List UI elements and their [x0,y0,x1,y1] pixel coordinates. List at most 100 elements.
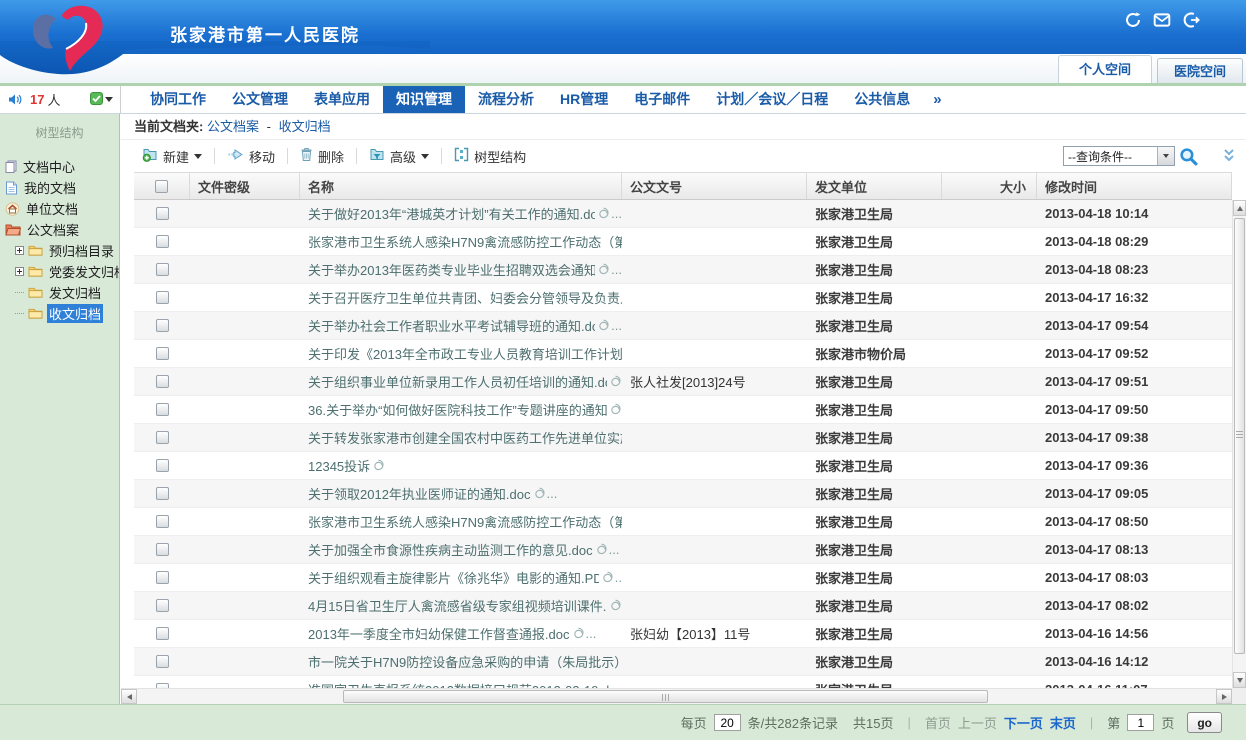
scroll-down-button[interactable] [1233,672,1246,688]
row-checkbox[interactable] [156,543,169,556]
row-checkbox[interactable] [156,655,169,668]
select-all-cell [134,173,190,199]
breadcrumb-subfolder-link[interactable]: 收文归档 [279,119,331,134]
nav-more-button[interactable]: » [923,91,951,108]
document-link[interactable]: 市一院关于H7N9防控设备应急采购的申请（朱局批示）.P [308,652,622,671]
row-checkbox[interactable] [156,627,169,640]
row-checkbox[interactable] [156,207,169,220]
message-icon[interactable] [1153,11,1171,29]
scroll-left-button[interactable] [121,689,137,704]
row-checkbox[interactable] [156,459,169,472]
attachment-icon [609,403,622,416]
tree-item[interactable]: 发文归档 [0,282,119,303]
document-link[interactable]: 2013年一季度全市妇幼保健工作督查通报.doc [308,624,570,643]
document-link[interactable]: 关于印发《2013年全市政工专业人员教育培训工作计划》的 [308,344,622,363]
next-page-link[interactable]: 下一页 [1004,713,1043,732]
cell-issuing-unit: 张家港卫生局 [807,592,942,619]
document-link[interactable]: 准国家卫生直报系统2013数据接口规范2013-03-19.doc [308,680,622,688]
nav-item[interactable]: 知识管理 [383,86,465,113]
nav-item[interactable]: 表单应用 [301,86,383,113]
document-link[interactable]: 关于组织事业单位新录用工作人员初任培训的通知.doc [308,372,607,391]
last-page-link[interactable]: 末页 [1050,713,1076,732]
tree-item-label: 预归档目录 [47,241,116,260]
tree-item[interactable]: 文档中心 [0,156,119,177]
document-link[interactable]: 关于举办2013年医药类专业毕业生招聘双选会通知 [308,260,595,279]
cell-modified-time: 2013-04-17 09:51 [1037,368,1232,395]
row-checkbox[interactable] [156,263,169,276]
nav-item[interactable]: HR管理 [547,86,621,113]
document-link[interactable]: 关于转发张家港市创建全国农村中医药工作先进单位实施方 [308,428,622,447]
row-checkbox[interactable] [156,291,169,304]
row-checkbox[interactable] [156,347,169,360]
expand-toggle[interactable] [15,267,28,276]
scroll-right-button[interactable] [1216,689,1232,704]
document-link[interactable]: 36.关于举办“如何做好医院科技工作”专题讲座的通知.doc [308,400,607,419]
vertical-scrollbar-thumb[interactable] [1234,218,1245,654]
nav-item[interactable]: 电子邮件 [621,86,703,113]
document-link[interactable]: 关于组织观看主旋律影片《徐兆华》电影的通知.PDF [308,568,599,587]
document-link[interactable]: 张家港市卫生系统人感染H7N9禽流感防控工作动态（第9 [308,512,622,531]
prev-page-link[interactable]: 上一页 [958,713,997,732]
table-row: 关于印发《2013年全市政工专业人员教育培训工作计划》的张家港市物价局2013-… [134,340,1232,368]
row-checkbox[interactable] [156,571,169,584]
search-icon[interactable] [1179,147,1198,166]
page-number-input[interactable] [1127,714,1154,731]
row-checkbox[interactable] [156,403,169,416]
per-page-input[interactable] [714,714,741,731]
tree-item[interactable]: 党委发文归档 [0,261,119,282]
cell-secret-level [190,452,300,479]
document-link[interactable]: 张家港市卫生系统人感染H7N9禽流感防控工作动态（第1 [308,232,622,251]
toolbar-button[interactable]: 新建 [133,144,211,169]
status-dropdown[interactable] [90,92,113,108]
select-all-checkbox[interactable] [155,180,168,193]
page-title: 张家港市第一人民医院 [170,21,360,46]
cell-modified-time: 2013-04-17 08:50 [1037,508,1232,535]
select-dropdown-button[interactable] [1157,147,1174,165]
expand-panel-icon[interactable] [1220,148,1238,164]
toolbar-button[interactable]: 删除 [291,144,353,169]
row-checkbox[interactable] [156,431,169,444]
refresh-icon[interactable] [1124,11,1142,29]
tree-item[interactable]: 单位文档 [0,198,119,219]
horizontal-scrollbar-thumb[interactable] [343,690,988,703]
toolbar-button[interactable]: 高级 [360,144,438,169]
row-checkbox[interactable] [156,599,169,612]
cell-issuing-unit: 张家港卫生局 [807,564,942,591]
document-link[interactable]: 关于召开医疗卫生单位共青团、妇委会分管领导及负责人会 [308,288,622,307]
document-link[interactable]: 4月15日省卫生厅人禽流感省级专家组视频培训课件.rar [308,596,607,615]
nav-item[interactable]: 公共信息 [841,86,923,113]
row-checkbox[interactable] [156,487,169,500]
logout-icon[interactable] [1182,11,1200,29]
nav-item[interactable]: 公文管理 [219,86,301,113]
document-link[interactable]: 关于做好2013年“港城英才计划”有关工作的通知.doc [308,204,595,223]
tree-item[interactable]: 我的文档 [0,177,119,198]
workspace-tab[interactable]: 医院空间 [1157,58,1243,83]
nav-item[interactable]: 计划／会议／日程 [703,86,841,113]
expand-toggle[interactable] [15,246,28,255]
row-checkbox[interactable] [156,375,169,388]
tree-item[interactable]: 收文归档 [0,303,119,324]
toolbar-button[interactable]: 树型结构 [445,144,535,169]
document-link[interactable]: 12345投诉 [308,456,370,475]
toolbar-button[interactable]: 移动 [218,144,284,169]
row-checkbox[interactable] [156,319,169,332]
go-button[interactable]: go [1187,712,1222,733]
document-link[interactable]: 关于加强全市食源性疾病主动监测工作的意见.doc [308,540,593,559]
tree-item[interactable]: 公文档案 [0,219,119,240]
tree-item[interactable]: 预归档目录 [0,240,119,261]
workspace-tab[interactable]: 个人空间 [1058,55,1152,83]
first-page-link[interactable]: 首页 [925,713,951,732]
toolbar-buttons: 新建移动删除高级树型结构 [133,144,535,169]
row-checkbox[interactable] [156,515,169,528]
nav-item[interactable]: 流程分析 [465,86,547,113]
document-link[interactable]: 关于举办社会工作者职业水平考试辅导班的通知.doc [308,316,595,335]
document-link[interactable]: 关于领取2012年执业医师证的通知.doc [308,484,531,503]
breadcrumb-folder-link[interactable]: 公文档案 [207,119,259,134]
vertical-scrollbar[interactable] [1232,200,1246,688]
horizontal-scrollbar[interactable] [121,688,1232,704]
scroll-up-button[interactable] [1233,200,1246,216]
query-condition-select[interactable]: --查询条件-- [1063,146,1175,166]
row-checkbox[interactable] [156,235,169,248]
cell-doc-number [622,424,807,451]
nav-item[interactable]: 协同工作 [137,86,219,113]
